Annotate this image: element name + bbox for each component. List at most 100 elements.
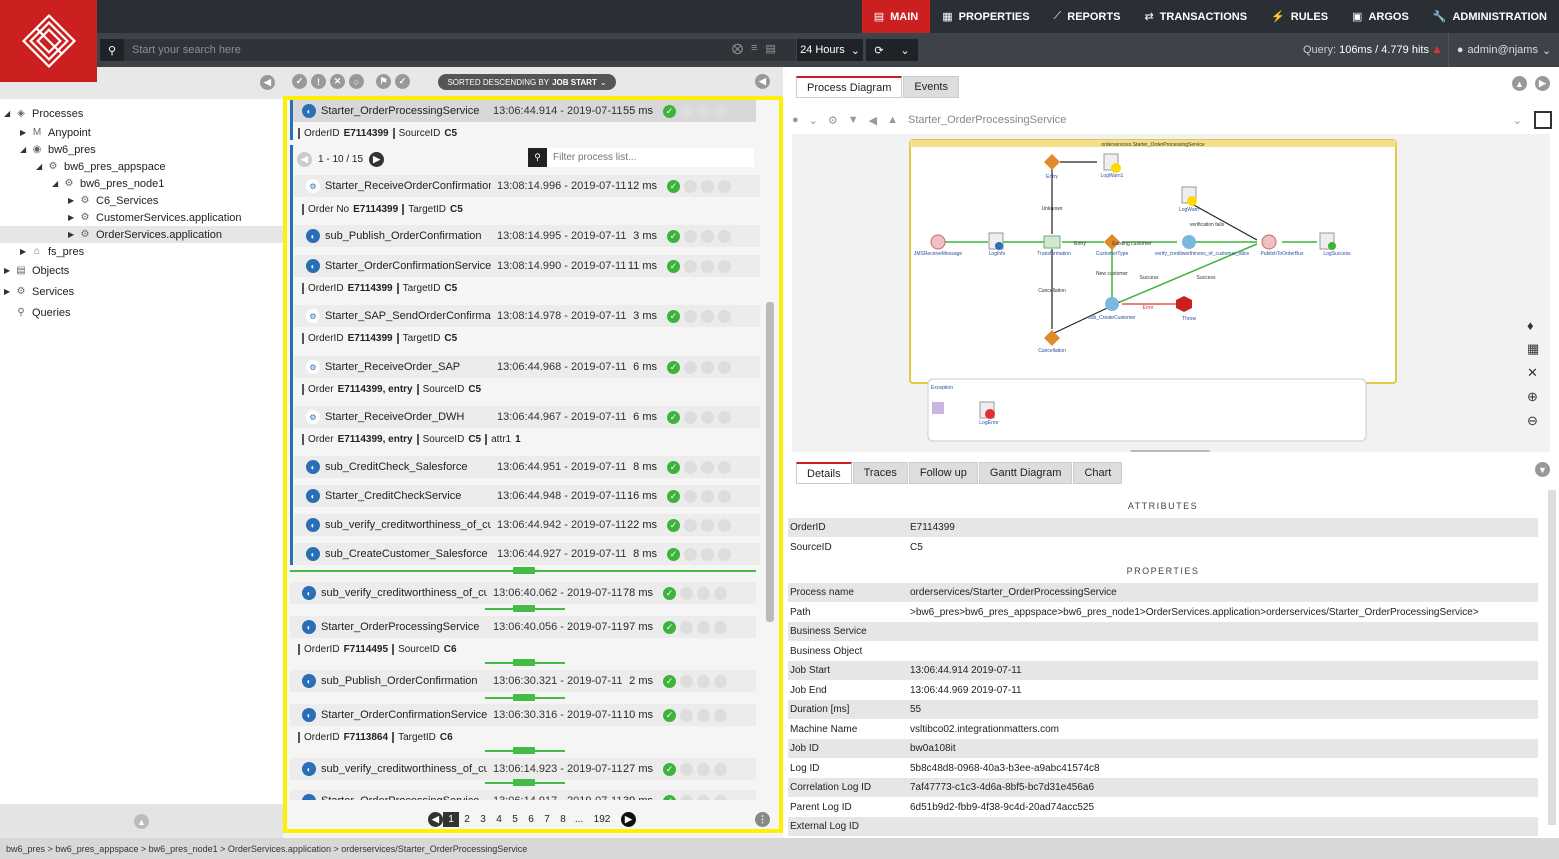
tree-node[interactable]: ▶ ⚙ Services — [0, 281, 283, 302]
user-menu[interactable]: ● admin@njams ⌄ — [1448, 33, 1559, 67]
expand-group-button[interactable] — [513, 567, 535, 574]
filter-running-icon[interactable]: ○ — [349, 74, 364, 89]
filter-warning-icon[interactable]: ! — [311, 74, 326, 89]
page-6[interactable]: 6 — [523, 814, 539, 825]
up-icon[interactable]: ▲ — [887, 114, 898, 126]
tree-node[interactable]: ▶ M Anypoint — [0, 124, 283, 141]
back-icon[interactable]: ◀ — [869, 114, 877, 127]
time-range-select[interactable]: 24 Hours ⌄ — [797, 39, 863, 61]
process-row[interactable]: ◐ Starter_CreditCheckService 13:06:44.948 … — [294, 485, 760, 507]
process-row[interactable]: ◐ sub_CreditCheck_Salesforce 13:06:44.951 … — [294, 456, 760, 478]
process-row[interactable]: ◐ sub_Publish_OrderConfirmation 13:08:14.9… — [294, 225, 760, 247]
filter-input[interactable] — [547, 152, 747, 163]
process-row[interactable]: ◐ sub_verify_creditworthiness_of_custo 13:… — [290, 758, 756, 780]
tree-node[interactable]: ▶ ▤ Objects — [0, 260, 283, 281]
list-scrollbar[interactable] — [766, 302, 774, 622]
zoom-in-icon[interactable]: ⊕ — [1527, 389, 1539, 405]
tree-node[interactable]: ▶ ⚙ OrderServices.application — [0, 226, 283, 243]
clear-icon[interactable]: ⨂ — [732, 42, 743, 55]
expand-arrow-icon[interactable]: ▶ — [68, 230, 78, 239]
process-row[interactable]: ◐ Starter_OrderProcessingService 13:06:44.… — [290, 100, 756, 122]
filter-success-icon[interactable]: ✓ — [292, 74, 307, 89]
doc-icon[interactable]: ▤ — [765, 42, 775, 55]
tree-node[interactable]: ◢ ⚙ bw6_pres_appspace — [0, 158, 283, 175]
page-4[interactable]: 4 — [491, 814, 507, 825]
maximize-icon[interactable] — [1534, 111, 1552, 129]
tree-node[interactable]: ▶ ⚙ C6_Services — [0, 192, 283, 209]
pin-icon[interactable]: ● — [792, 114, 799, 126]
expand-arrow-icon[interactable]: ◢ — [20, 145, 30, 154]
collapse-mid-icon[interactable]: ◀ — [755, 74, 770, 89]
shrink-icon[interactable]: ✕ — [1527, 365, 1539, 381]
tab-gantt-diagram[interactable]: Gantt Diagram — [978, 462, 1073, 484]
chevron-down-icon[interactable]: ⌄ — [1513, 114, 1522, 127]
warning-icon[interactable]: ▲ — [1431, 42, 1443, 56]
process-row[interactable]: ◐ sub_verify_creditworthiness_of_custo 13:… — [290, 582, 756, 604]
page-1[interactable]: 1 — [443, 812, 459, 827]
tab-process-diagram[interactable]: Process Diagram — [796, 76, 903, 98]
filter-flag-icon[interactable]: ⚑ — [376, 74, 391, 89]
page-7[interactable]: 7 — [539, 814, 555, 825]
expand-group-button[interactable] — [513, 747, 535, 754]
expand-group-button[interactable] — [513, 694, 535, 701]
page-5[interactable]: 5 — [507, 814, 523, 825]
tab-chart[interactable]: Chart — [1073, 462, 1123, 484]
page-3[interactable]: 3 — [475, 814, 491, 825]
gears-icon[interactable]: ⚙ — [828, 114, 838, 127]
zoom-out-icon[interactable]: ⊖ — [1527, 413, 1539, 429]
nav-reports[interactable]: ⟋ REPORTS — [1042, 0, 1133, 33]
page-9[interactable]: ... — [571, 814, 587, 825]
process-row[interactable]: ⚙ Starter_ReceiveOrder_SAP 13:06:44.968 - … — [294, 356, 760, 378]
page-10[interactable]: 192 — [587, 814, 617, 825]
expand-arrow-icon[interactable]: ▶ — [20, 128, 30, 137]
expand-right-icon[interactable]: ▶ — [1535, 76, 1550, 91]
process-row[interactable]: ◐ Starter_OrderConfirmationService 13:08:1… — [294, 255, 760, 277]
nav-administration[interactable]: 🔧 ADMINISTRATION — [1421, 0, 1559, 33]
nav-properties[interactable]: ▦ PROPERTIES — [930, 0, 1041, 33]
expand-arrow-icon[interactable]: ▶ — [68, 196, 78, 205]
chevron-down-icon[interactable]: ⌄ — [809, 114, 818, 127]
expand-arrow-icon[interactable]: ▶ — [4, 266, 14, 275]
nav-transactions[interactable]: ⇄ TRANSACTIONS — [1132, 0, 1259, 33]
list-icon[interactable]: ≡ — [751, 42, 757, 55]
process-row[interactable]: ◐ Starter_OrderProcessingService 13:06:14.… — [290, 790, 756, 800]
process-row[interactable]: ⚙ Starter_ReceiveOrderConfirmation_C 13:08… — [294, 175, 760, 197]
tree-node[interactable]: ▶ ⌂ fs_pres — [0, 243, 283, 260]
app-logo[interactable] — [0, 0, 97, 82]
expand-arrow-icon[interactable]: ◢ — [4, 109, 14, 118]
tab-traces[interactable]: Traces — [852, 462, 908, 484]
expand-arrow-icon[interactable]: ◢ — [36, 162, 46, 171]
search-input[interactable] — [124, 39, 796, 61]
detail-scrollbar[interactable] — [1548, 490, 1556, 825]
process-row[interactable]: ◐ Starter_OrderConfirmationService 13:06:3… — [290, 704, 756, 726]
tree-node[interactable]: ◢ ⚙ bw6_pres_node1 — [0, 175, 283, 192]
more-icon[interactable]: ⋮ — [755, 812, 770, 827]
process-row[interactable]: ⚙ Starter_SAP_SendOrderConfirmation 13:08:… — [294, 305, 760, 327]
chip-icon[interactable]: ▦ — [1527, 341, 1539, 357]
tab-follow-up[interactable]: Follow up — [908, 462, 978, 484]
tab-events[interactable]: Events — [903, 76, 959, 98]
tab-details[interactable]: Details — [796, 462, 852, 484]
search-button[interactable]: ⚲ — [100, 39, 124, 61]
expand-group-button[interactable] — [513, 605, 535, 612]
scroll-up-icon[interactable]: ▲ — [134, 814, 149, 829]
nav-rules[interactable]: ⚡ RULES — [1259, 0, 1340, 33]
page-8[interactable]: 8 — [555, 814, 571, 825]
next-page-icon[interactable]: ▶ — [621, 812, 636, 827]
nav-main[interactable]: ▤ MAIN — [861, 0, 931, 33]
prev-page-icon[interactable]: ◀ — [428, 812, 443, 827]
search-icon[interactable]: ⚲ — [528, 148, 547, 167]
expand-arrow-icon[interactable]: ▶ — [20, 247, 30, 256]
process-row[interactable]: ◐ sub_verify_creditworthiness_of_custo 13:… — [294, 514, 760, 536]
process-row[interactable]: ◐ sub_Publish_OrderConfirmation 13:06:30.3… — [290, 670, 756, 692]
filter-error-icon[interactable]: ✕ — [330, 74, 345, 89]
process-row[interactable]: ◐ sub_CreateCustomer_Salesforce 13:06:44.9… — [294, 543, 760, 565]
expand-group-button[interactable] — [513, 779, 535, 786]
scroll-up-icon[interactable]: ▲ — [1512, 76, 1527, 91]
tag-icon[interactable]: ♦ — [1527, 318, 1539, 333]
expand-arrow-icon[interactable]: ▶ — [4, 287, 14, 296]
tree-node[interactable]: ◢ ◉ bw6_pres — [0, 141, 283, 158]
refresh-button[interactable]: ⟳ ⌄ — [866, 39, 918, 61]
process-row[interactable]: ⚙ Starter_ReceiveOrder_DWH 13:06:44.967 - … — [294, 406, 760, 428]
next-page-icon[interactable]: ▶ — [369, 152, 385, 167]
